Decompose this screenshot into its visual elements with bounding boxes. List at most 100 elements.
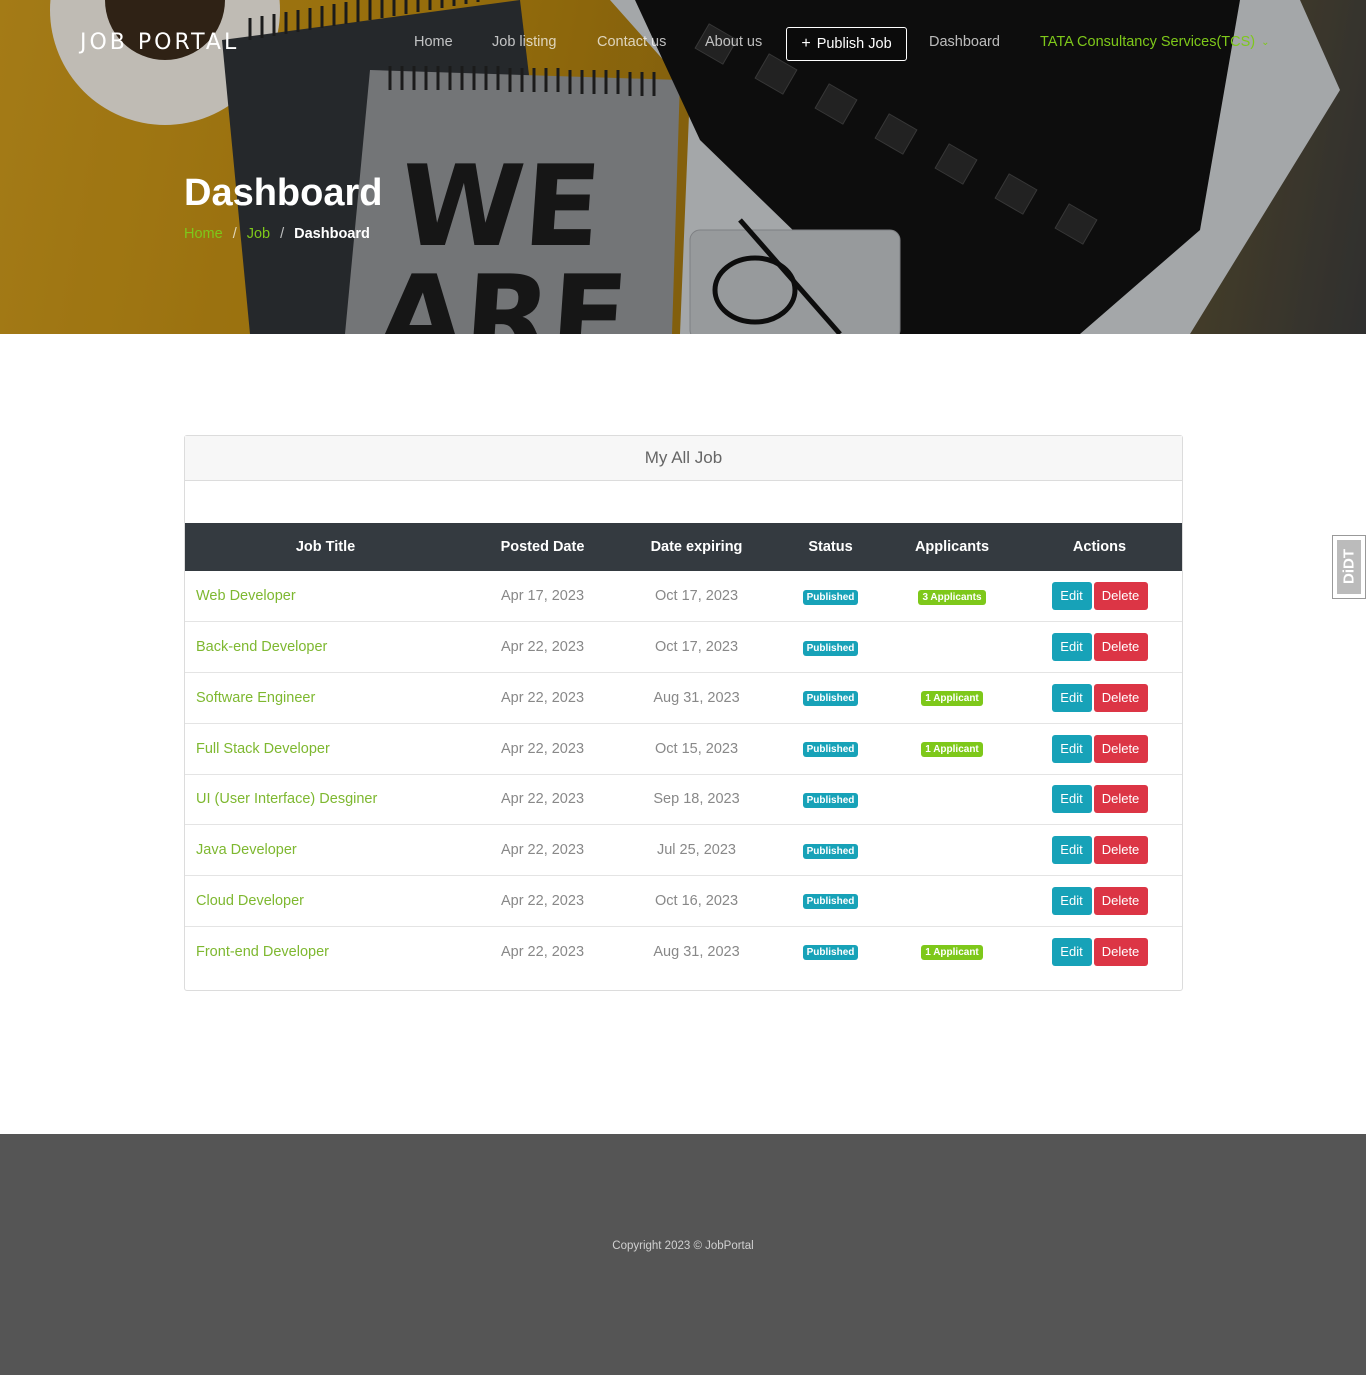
header-status: Status [808,539,853,555]
company-name: TATA Consultancy Services(TCS) [1040,34,1256,50]
expiring-date: Oct 17, 2023 [654,639,739,656]
job-title-link[interactable]: Java Developer [185,825,466,876]
header-posted-date: Posted Date [500,539,585,555]
header-actions: Actions [1072,539,1127,555]
job-title-link[interactable]: Software Engineer [185,673,466,724]
jobs-table-body: Web Developer Apr 17, 2023 Oct 17, 2023 Pub… [185,571,1182,977]
nav-contact-us[interactable]: Contact us [597,34,666,50]
job-title-link[interactable]: Back-end Developer [185,622,466,673]
delete-button[interactable]: Delete [1093,582,1148,611]
job-title-link[interactable]: Front-end Developer [185,926,466,977]
applicants-cell [887,876,1017,927]
header-job-title: Job Title [295,539,356,555]
actions-cell: Edit Delete [1017,673,1182,724]
expiring-date: Oct 15, 2023 [654,740,739,757]
side-widget-tab[interactable]: DiDT [1332,535,1366,599]
expiring-date: Sep 18, 2023 [653,791,740,808]
status-badge: Published [802,843,859,859]
table-header-row: Job Title Posted Date Date expiring Stat… [185,523,1182,571]
job-title-link[interactable]: Cloud Developer [185,876,466,927]
my-jobs-card: My All Job Job Title Posted Date Date ex… [184,435,1183,991]
chevron-down-icon: ⌄ [1261,36,1270,48]
table-row: Back-end Developer Apr 22, 2023 Oct 17, 20… [185,622,1182,673]
status-cell: Published [774,876,887,927]
table-row: UI (User Interface) Desginer Apr 22, 2023… [185,774,1182,825]
expiring-date: Oct 17, 2023 [654,588,739,605]
breadcrumb: Home / Job / Dashboard [184,226,370,242]
applicants-cell: 3 Applicants [887,571,1017,622]
table-row: Java Developer Apr 22, 2023 Jul 25, 2023 Pu… [185,825,1182,876]
status-badge: Published [802,945,859,961]
edit-button[interactable]: Edit [1051,582,1092,611]
job-title-link[interactable]: UI (User Interface) Desginer [185,774,466,825]
expiring-date: Jul 25, 2023 [656,842,736,859]
brand-logo[interactable]: JOB PORTAL [80,30,239,55]
publish-job-label: Publish Job [816,36,892,52]
applicants-badge[interactable]: 1 Applicant [921,742,983,758]
status-cell: Published [774,673,887,724]
expiring-date: Oct 16, 2023 [654,892,739,909]
posted-date: Apr 17, 2023 [500,588,585,605]
company-dropdown[interactable]: TATA Consultancy Services(TCS) ⌄ [1040,34,1270,50]
actions-cell: Edit Delete [1017,926,1182,977]
table-row: Software Engineer Apr 22, 2023 Aug 31, 202… [185,673,1182,724]
status-badge: Published [802,894,859,910]
table-row: Front-end Developer Apr 22, 2023 Aug 31, 2… [185,926,1182,977]
posted-date: Apr 22, 2023 [500,639,585,656]
table-row: Web Developer Apr 17, 2023 Oct 17, 2023 Pub… [185,571,1182,622]
delete-button[interactable]: Delete [1093,683,1148,712]
nav-dashboard[interactable]: Dashboard [929,34,1000,50]
actions-cell: Edit Delete [1017,571,1182,622]
edit-button[interactable]: Edit [1051,886,1092,915]
posted-date: Apr 22, 2023 [500,842,585,859]
breadcrumb-home[interactable]: Home [184,226,223,242]
nav-home[interactable]: Home [414,34,453,50]
actions-cell: Edit Delete [1017,774,1182,825]
status-badge: Published [802,589,859,605]
delete-button[interactable]: Delete [1093,886,1148,915]
jobs-table: Job Title Posted Date Date expiring Stat… [185,523,1182,977]
breadcrumb-separator: / [232,226,237,242]
delete-button[interactable]: Delete [1093,937,1148,966]
delete-button[interactable]: Delete [1093,633,1148,662]
applicants-badge[interactable]: 3 Applicants [918,589,986,605]
edit-button[interactable]: Edit [1051,785,1092,814]
edit-button[interactable]: Edit [1051,836,1092,865]
breadcrumb-separator: / [280,226,285,242]
applicants-badge[interactable]: 1 Applicant [921,945,983,961]
edit-button[interactable]: Edit [1051,633,1092,662]
delete-button[interactable]: Delete [1093,734,1148,763]
hero-banner: WE ARE JOB PORTAL Home Job listing Conta… [0,0,1366,334]
top-navbar: JOB PORTAL Home Job listing Contact us A… [0,0,1366,86]
edit-button[interactable]: Edit [1051,734,1092,763]
edit-button[interactable]: Edit [1051,937,1092,966]
delete-button[interactable]: Delete [1093,785,1148,814]
publish-job-button[interactable]: + Publish Job [786,27,907,61]
posted-date: Apr 22, 2023 [500,892,585,909]
breadcrumb-job[interactable]: Job [247,226,270,242]
job-title-link[interactable]: Full Stack Developer [185,723,466,774]
status-cell: Published [774,926,887,977]
actions-cell: Edit Delete [1017,723,1182,774]
breadcrumb-current: Dashboard [294,226,370,242]
status-cell: Published [774,723,887,774]
applicants-cell [887,825,1017,876]
status-cell: Published [774,774,887,825]
applicants-cell: 1 Applicant [887,926,1017,977]
applicants-cell [887,774,1017,825]
table-row: Cloud Developer Apr 22, 2023 Oct 16, 2023 P… [185,876,1182,927]
side-widget-label: DiDT [1337,540,1361,594]
status-badge: Published [802,742,859,758]
posted-date: Apr 22, 2023 [500,689,585,706]
posted-date: Apr 22, 2023 [500,791,585,808]
job-title-link[interactable]: Web Developer [185,571,466,622]
posted-date: Apr 22, 2023 [500,740,585,757]
nav-about-us[interactable]: About us [705,34,762,50]
actions-cell: Edit Delete [1017,622,1182,673]
applicants-badge[interactable]: 1 Applicant [921,691,983,707]
nav-job-listing[interactable]: Job listing [492,34,556,50]
status-badge: Published [802,792,859,808]
header-applicants: Applicants [914,539,990,555]
delete-button[interactable]: Delete [1093,836,1148,865]
edit-button[interactable]: Edit [1051,683,1092,712]
